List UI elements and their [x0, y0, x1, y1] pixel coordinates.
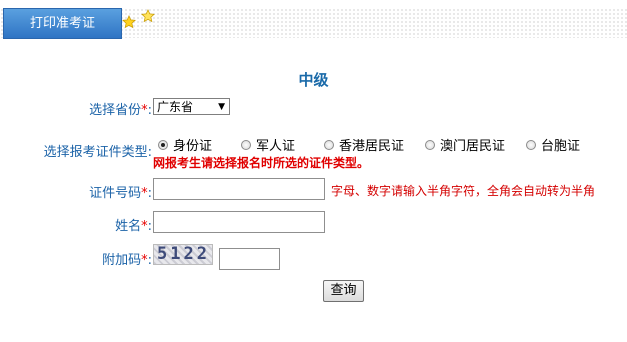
province-label-text: 选择省份	[89, 103, 142, 118]
id-type-note: 网报考生请选择报名时所选的证件类型。	[153, 156, 370, 170]
id-type-label: 选择报考证件类型:	[10, 141, 152, 160]
search-button[interactable]: 查询	[323, 280, 364, 302]
captcha-image[interactable]: 5122	[153, 244, 213, 265]
star-icon	[122, 15, 136, 29]
label-colon: :	[147, 145, 152, 160]
id-number-hint: 字母、数字请输入半角字符，全角会自动转为半角	[331, 184, 596, 198]
name-input[interactable]	[153, 211, 325, 233]
province-select[interactable]: 广东省 ▼	[153, 98, 230, 115]
radio-taiwan-id[interactable]: 台胞证	[526, 135, 580, 154]
page-title: 中级	[298, 71, 329, 89]
radio-hongkong-id[interactable]: 香港居民证	[324, 135, 404, 154]
name-label-text: 姓名	[115, 219, 142, 234]
captcha-label-text: 附加码	[102, 253, 142, 268]
tab-print-admission[interactable]: 打印准考证	[3, 8, 122, 39]
captcha-label: 附加码*:	[60, 249, 152, 268]
radio-id-card[interactable]: 身份证	[158, 135, 212, 154]
radio-label: 香港居民证	[339, 139, 405, 154]
province-label: 选择省份*:	[60, 99, 152, 118]
id-type-label-text: 选择报考证件类型	[43, 145, 148, 160]
label-colon: :	[147, 253, 152, 268]
captcha-input[interactable]	[219, 248, 280, 270]
radio-label: 身份证	[173, 139, 213, 154]
id-number-label-text: 证件号码	[89, 186, 142, 201]
radio-macau-id[interactable]: 澳门居民证	[425, 135, 505, 154]
radio-button[interactable]	[241, 139, 251, 150]
radio-button-selected[interactable]	[158, 139, 168, 150]
label-colon: :	[147, 186, 152, 201]
label-colon: :	[147, 219, 152, 234]
radio-label: 澳门居民证	[440, 139, 506, 154]
id-number-input[interactable]	[153, 178, 325, 200]
radio-military-id[interactable]: 军人证	[241, 135, 295, 154]
chevron-down-icon: ▼	[218, 102, 225, 112]
radio-button[interactable]	[324, 139, 334, 150]
star-icon	[141, 9, 155, 23]
radio-button[interactable]	[526, 139, 536, 150]
radio-label: 军人证	[256, 139, 296, 154]
radio-button[interactable]	[425, 139, 435, 150]
label-colon: :	[147, 103, 152, 118]
id-number-label: 证件号码*:	[60, 182, 152, 201]
province-selected-value: 广东省	[157, 100, 194, 114]
name-label: 姓名*:	[60, 215, 152, 234]
radio-label: 台胞证	[541, 139, 581, 154]
